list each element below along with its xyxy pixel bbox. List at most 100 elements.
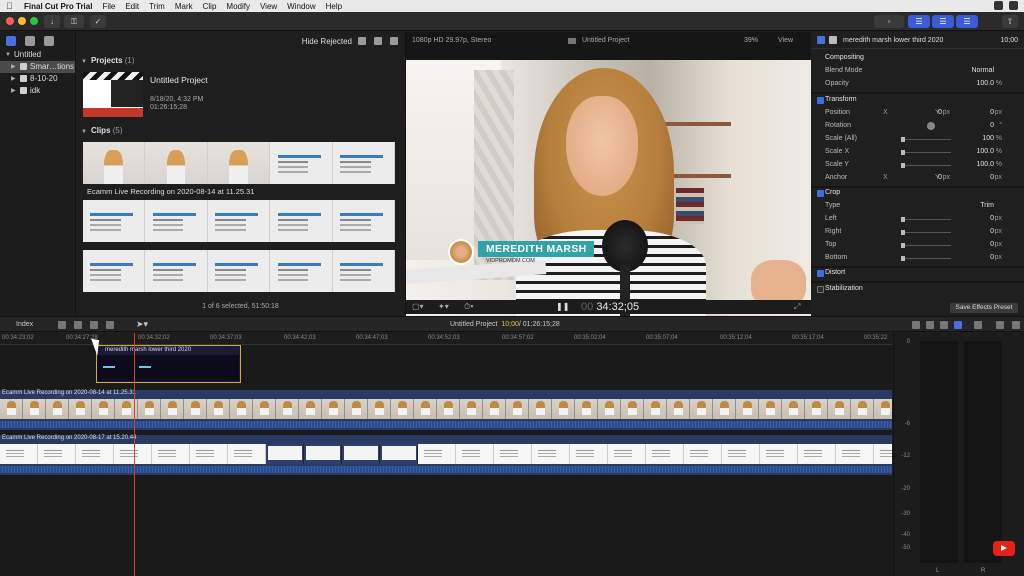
- stabilization-section[interactable]: Stabilization: [811, 285, 1024, 296]
- headphones-icon[interactable]: [940, 321, 948, 329]
- project-thumbnail[interactable]: [83, 72, 143, 117]
- compositing-section[interactable]: Compositing: [811, 54, 1024, 65]
- clip-filmstrip[interactable]: [83, 200, 395, 242]
- disclosure-closed-icon[interactable]: ▶: [11, 85, 16, 97]
- effects-browser-icon[interactable]: [996, 321, 1004, 329]
- crop-top-row[interactable]: Top 0 px: [811, 241, 1024, 252]
- menu-mark[interactable]: Mark: [175, 2, 193, 11]
- clips-section[interactable]: ▼ Clips (5): [81, 126, 123, 135]
- disclosure-closed-icon[interactable]: ▶: [11, 61, 16, 73]
- timeline-index-button[interactable]: Index: [16, 321, 33, 328]
- status-menu-icon[interactable]: [994, 1, 1003, 10]
- opacity-value[interactable]: 100.0: [976, 80, 994, 87]
- timeline-toggle-icon[interactable]: ☰: [932, 15, 954, 28]
- clip-filmstrip[interactable]: [83, 142, 395, 184]
- inspector-toggle-icon[interactable]: ☰: [956, 15, 978, 28]
- scale-all-value[interactable]: 100: [982, 135, 994, 142]
- view-dropdown[interactable]: View: [778, 37, 793, 44]
- rotation-dial[interactable]: [927, 122, 935, 130]
- browser-toggle-icon[interactable]: ☰: [908, 15, 930, 28]
- menu-clip[interactable]: Clip: [203, 2, 217, 11]
- scale-x-slider[interactable]: [901, 150, 951, 155]
- select-tool-icon[interactable]: ➤▾: [136, 319, 148, 330]
- scale-x-row[interactable]: Scale X 100.0 %: [811, 148, 1024, 159]
- control-center-icon[interactable]: [1009, 1, 1018, 10]
- playhead[interactable]: [134, 333, 135, 576]
- crop-right-row[interactable]: Right 0 px: [811, 228, 1024, 239]
- video-frame[interactable]: MEREDITH MARSH VIDPROMOM.COM: [406, 60, 811, 318]
- close-window-button[interactable]: [6, 17, 14, 25]
- crop-top-slider[interactable]: [901, 243, 951, 248]
- scale-y-value[interactable]: 100.0: [976, 161, 994, 168]
- speed-icon[interactable]: ⏱▾: [464, 302, 474, 312]
- disclosure-closed-icon[interactable]: ▶: [11, 73, 16, 85]
- background-tasks-icon[interactable]: ✓: [90, 15, 106, 28]
- solo-icon[interactable]: [954, 321, 962, 329]
- menu-help[interactable]: Help: [326, 2, 342, 11]
- menu-view[interactable]: View: [260, 2, 277, 11]
- append-clip-icon[interactable]: [90, 321, 98, 329]
- crop-top-value[interactable]: 0: [990, 241, 994, 248]
- menu-edit[interactable]: Edit: [125, 2, 139, 11]
- crop-right-slider[interactable]: [901, 230, 951, 235]
- anchor-row[interactable]: Anchor X 0 px Y 0 px: [811, 174, 1024, 185]
- minimize-window-button[interactable]: [18, 17, 26, 25]
- apple-icon[interactable]: : [6, 1, 16, 11]
- distort-section[interactable]: Distort: [811, 269, 1024, 280]
- crop-checkbox[interactable]: [817, 190, 824, 197]
- scale-all-row[interactable]: Scale (All) 100 %: [811, 135, 1024, 146]
- video-inspector-icon[interactable]: [817, 36, 825, 44]
- crop-bottom-slider[interactable]: [901, 256, 951, 261]
- distort-checkbox[interactable]: [817, 270, 824, 277]
- project-title[interactable]: Untitled Project: [150, 75, 208, 85]
- insert-clip-icon[interactable]: [74, 321, 82, 329]
- menu-modify[interactable]: Modify: [226, 2, 250, 11]
- workspace-icon[interactable]: ▫: [874, 15, 904, 28]
- clip-appearance-icon[interactable]: [974, 321, 982, 329]
- event-idk[interactable]: ▶ idk: [0, 85, 75, 97]
- blend-mode-row[interactable]: Blend Mode Normal: [811, 67, 1024, 78]
- library-untitled[interactable]: ▼ Untitled: [0, 49, 75, 61]
- crop-bottom-value[interactable]: 0: [990, 254, 994, 261]
- crop-left-value[interactable]: 0: [990, 215, 994, 222]
- overwrite-clip-icon[interactable]: [106, 321, 114, 329]
- connect-clip-icon[interactable]: [58, 321, 66, 329]
- import-icon[interactable]: ↓: [44, 15, 60, 28]
- crop-left-slider[interactable]: [901, 217, 951, 222]
- disclosure-open-icon[interactable]: ▼: [81, 59, 87, 65]
- info-inspector-icon[interactable]: [829, 36, 837, 44]
- snapping-icon[interactable]: [926, 321, 934, 329]
- share-icon[interactable]: ⇧: [1002, 15, 1018, 28]
- opacity-row[interactable]: Opacity 100.0 %: [811, 80, 1024, 91]
- blend-mode-value[interactable]: Normal: [971, 67, 994, 74]
- audio-skimming-icon[interactable]: [912, 321, 920, 329]
- crop-bottom-row[interactable]: Bottom 0 px: [811, 254, 1024, 265]
- anchor-y-value[interactable]: 0: [990, 174, 994, 181]
- menu-trim[interactable]: Trim: [149, 2, 165, 11]
- stabilization-checkbox[interactable]: [817, 286, 824, 293]
- group-icon[interactable]: [374, 37, 382, 45]
- crop-left-row[interactable]: Left 0 px: [811, 215, 1024, 226]
- position-row[interactable]: Position X 0 px Y 0 px: [811, 109, 1024, 120]
- menu-app[interactable]: Final Cut Pro Trial: [24, 2, 92, 11]
- title-clip-lower-third[interactable]: meredith marsh lower third 2020: [96, 345, 241, 383]
- crop-section[interactable]: Crop: [811, 189, 1024, 200]
- photos-audio-icon[interactable]: [25, 36, 35, 46]
- menu-window[interactable]: Window: [287, 2, 315, 11]
- menu-file[interactable]: File: [102, 2, 115, 11]
- transform-icon[interactable]: ▢▾: [412, 302, 424, 311]
- timeline-panel[interactable]: 00:34:23;02 00:34:27;28 00:34:32;02 00:3…: [0, 333, 892, 576]
- zoom-window-button[interactable]: [30, 17, 38, 25]
- crop-right-value[interactable]: 0: [990, 228, 994, 235]
- projects-section[interactable]: ▼ Projects (1): [81, 56, 135, 65]
- crop-type-row[interactable]: Type Trim: [811, 202, 1024, 213]
- smart-collections-item[interactable]: ▶ Smar…tions: [0, 61, 75, 73]
- save-effects-preset-button[interactable]: Save Effects Preset: [950, 303, 1018, 313]
- fullscreen-icon[interactable]: ⤢: [794, 302, 800, 312]
- event-8-10-20[interactable]: ▶ 8-10-20: [0, 73, 75, 85]
- position-y-value[interactable]: 0: [990, 109, 994, 116]
- clip-filmstrip[interactable]: [83, 250, 395, 292]
- scale-y-slider[interactable]: [901, 163, 951, 168]
- crop-type-value[interactable]: Trim: [980, 202, 994, 209]
- scale-y-row[interactable]: Scale Y 100.0 %: [811, 161, 1024, 172]
